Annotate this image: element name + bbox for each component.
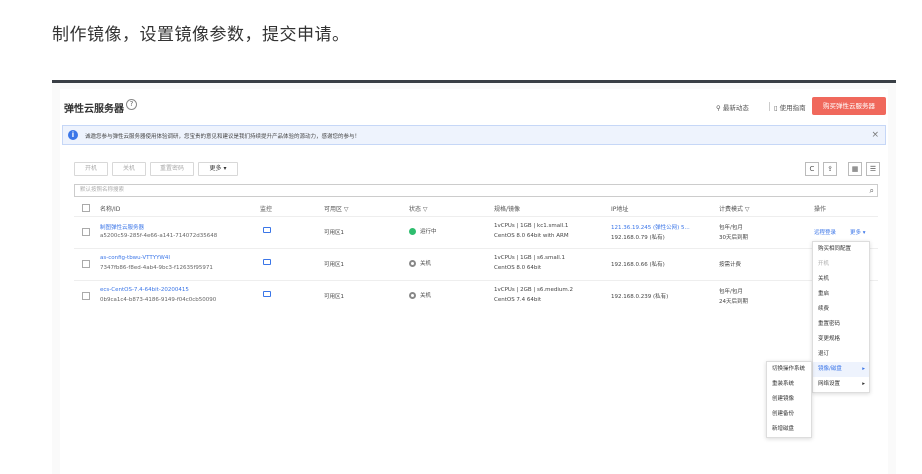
- public-ip[interactable]: 121.36.19.245 (弹性公网) 5...: [611, 223, 690, 231]
- server-id: a5200c59-285f-4e66-a141-714072d35648: [100, 233, 218, 239]
- menu-item-buy-same[interactable]: 购买相同配置: [813, 242, 869, 257]
- news-link[interactable]: ⚲ 最新动态: [716, 102, 749, 112]
- menu-item-reset-password[interactable]: 重置密码: [813, 317, 869, 332]
- col-zone[interactable]: 可用区 ▽: [324, 204, 349, 213]
- server-id: 7347fb86-f8ed-4ab4-9bc3-f12635f95971: [100, 265, 213, 271]
- spec-value: 1vCPUs | 1GB | s6.small.1: [494, 255, 566, 261]
- menu-item-network[interactable]: 网络设置 ▸: [813, 377, 869, 392]
- spec-value: 1vCPUs | 1GB | kc1.small.1: [494, 223, 569, 229]
- menu-item-unsubscribe[interactable]: 退订: [813, 347, 869, 362]
- image-disk-submenu: 切换操作系统 重装系统 创建镜像 创建备份 新增磁盘: [766, 361, 812, 438]
- menu-item-change-spec[interactable]: 变更规格: [813, 332, 869, 347]
- billing-expiry: 24天后到期: [719, 299, 748, 305]
- status-running: 运行中: [409, 227, 437, 235]
- row-checkbox[interactable]: [82, 228, 90, 236]
- console-screenshot: 弹性云服务器 ? ⚲ 最新动态 ▯ 使用指南 购买弹性云服务器 i 诚邀您参与弹…: [52, 80, 896, 474]
- monitor-icon[interactable]: [263, 227, 271, 233]
- menu-item-reinstall-os[interactable]: 重装系统: [767, 377, 811, 392]
- refresh-icon[interactable]: C: [805, 162, 819, 176]
- export-icon[interactable]: ⇪: [823, 162, 837, 176]
- news-icon: ⚲: [716, 104, 723, 112]
- stopped-status-icon: [409, 292, 416, 299]
- help-icon[interactable]: ?: [126, 99, 137, 110]
- billing-mode: 按需计费: [719, 262, 742, 268]
- close-icon[interactable]: ×: [871, 130, 879, 140]
- grid-view-icon[interactable]: ▦: [848, 162, 862, 176]
- menu-item-switch-os[interactable]: 切换操作系统: [767, 362, 811, 377]
- more-operations-dropdown[interactable]: 更多 ▾: [850, 228, 866, 236]
- image-value: CentOS 7.4 64bit: [494, 297, 542, 303]
- menu-item-add-disk[interactable]: 新增磁盘: [767, 422, 811, 437]
- running-status-icon: [409, 228, 416, 235]
- notice-text: 诚邀您参与弹性云服务器使用体验调研，您宝贵的意见和建议是我们持续提升产品体验的源…: [85, 134, 361, 140]
- private-ip: 192.168.0.66 (私有): [611, 262, 665, 268]
- list-view-icon[interactable]: ☰: [866, 162, 880, 176]
- spec-value: 1vCPUs | 2GB | s6.medium.2: [494, 287, 574, 293]
- reset-password-button[interactable]: 重置密码: [150, 162, 194, 176]
- header-divider: [769, 102, 770, 111]
- col-ip: IP地址: [611, 206, 629, 213]
- private-ip: 192.168.0.79 (私有): [611, 235, 665, 241]
- menu-item-create-backup[interactable]: 创建备份: [767, 407, 811, 422]
- ecs-panel: 弹性云服务器 ? ⚲ 最新动态 ▯ 使用指南 购买弹性云服务器 i 诚邀您参与弹…: [60, 89, 888, 474]
- table-row: as-config-tbwu-VTTYYW4I 7347fb86-f8ed-4a…: [74, 248, 878, 280]
- monitor-icon[interactable]: [263, 259, 271, 265]
- menu-item-stop[interactable]: 关机: [813, 272, 869, 287]
- server-name-link[interactable]: 制图弹性云服务器: [100, 223, 144, 231]
- remote-login-link[interactable]: 远程登录: [814, 228, 836, 236]
- more-actions-dropdown[interactable]: 更多 ▾: [198, 162, 238, 176]
- billing-mode: 包年/包月: [719, 225, 743, 231]
- instruction-text: 制作镜像，设置镜像参数，提交申请。: [52, 25, 350, 45]
- billing-mode: 包年/包月: [719, 289, 743, 295]
- chevron-right-icon: ▸: [862, 366, 865, 372]
- table-row: 制图弹性云服务器 a5200c59-285f-4e66-a141-714072d…: [74, 216, 878, 248]
- buy-ecs-button[interactable]: 购买弹性云服务器: [812, 97, 886, 115]
- col-operation: 操作: [814, 206, 827, 213]
- more-operations-menu: 购买相同配置 开机 关机 重启 续费 重置密码 变更规格 退订 镜像/磁盘 ▸ 网…: [812, 241, 870, 393]
- col-billing[interactable]: 计费模式 ▽: [719, 204, 750, 213]
- search-icon[interactable]: ⌕: [870, 185, 874, 196]
- survey-notice: i 诚邀您参与弹性云服务器使用体验调研，您宝贵的意见和建议是我们持续提升产品体验…: [62, 125, 886, 145]
- zone-value: 可用区1: [324, 262, 344, 268]
- page-title: 弹性云服务器: [64, 104, 124, 115]
- menu-item-renew[interactable]: 续费: [813, 302, 869, 317]
- monitor-icon[interactable]: [263, 291, 271, 297]
- server-id: 0b9ca1c4-b873-4186-9149-f04c0cb50090: [100, 297, 217, 303]
- row-checkbox[interactable]: [82, 292, 90, 300]
- table-row: ecs-CentOS-7.4-64bit-20200415 0b9ca1c4-b…: [74, 280, 878, 312]
- search-placeholder: 默认按照名称搜索: [80, 187, 125, 193]
- chevron-right-icon: ▸: [862, 381, 865, 387]
- start-button[interactable]: 开机: [74, 162, 108, 176]
- col-status[interactable]: 状态 ▽: [409, 204, 428, 213]
- row-checkbox[interactable]: [82, 260, 90, 268]
- private-ip: 192.168.0.239 (私有): [611, 294, 669, 300]
- menu-item-create-image[interactable]: 创建镜像: [767, 392, 811, 407]
- server-name-link[interactable]: as-config-tbwu-VTTYYW4I: [100, 255, 170, 261]
- menu-item-restart[interactable]: 重启: [813, 287, 869, 302]
- col-spec: 规格/镜像: [494, 206, 521, 213]
- col-monitor: 监控: [260, 206, 273, 213]
- billing-expiry: 30天后到期: [719, 235, 748, 241]
- status-stopped: 关机: [409, 259, 431, 267]
- col-name: 名称/ID: [100, 206, 121, 213]
- image-value: CentOS 8.0 64bit: [494, 265, 542, 271]
- select-all-checkbox[interactable]: [82, 204, 90, 212]
- info-icon: i: [68, 130, 78, 140]
- search-input[interactable]: 默认按照名称搜索 ⌕: [74, 184, 878, 197]
- zone-value: 可用区1: [324, 230, 344, 236]
- server-name-link[interactable]: ecs-CentOS-7.4-64bit-20200415: [100, 287, 189, 293]
- menu-item-image-disk[interactable]: 镜像/磁盘 ▸: [813, 362, 869, 377]
- page-header: 弹性云服务器 ? ⚲ 最新动态 ▯ 使用指南 购买弹性云服务器: [60, 89, 888, 125]
- guide-link[interactable]: ▯ 使用指南: [774, 102, 806, 112]
- zone-value: 可用区1: [324, 294, 344, 300]
- menu-item-start[interactable]: 开机: [813, 257, 869, 272]
- stopped-status-icon: [409, 260, 416, 267]
- image-value: CentOS 8.0 64bit with ARM: [494, 233, 569, 239]
- status-stopped: 关机: [409, 291, 431, 299]
- table-header: 名称/ID 监控 可用区 ▽ 状态 ▽ 规格/镜像 IP地址 计费模式 ▽ 操作: [74, 201, 878, 215]
- stop-button[interactable]: 关机: [112, 162, 146, 176]
